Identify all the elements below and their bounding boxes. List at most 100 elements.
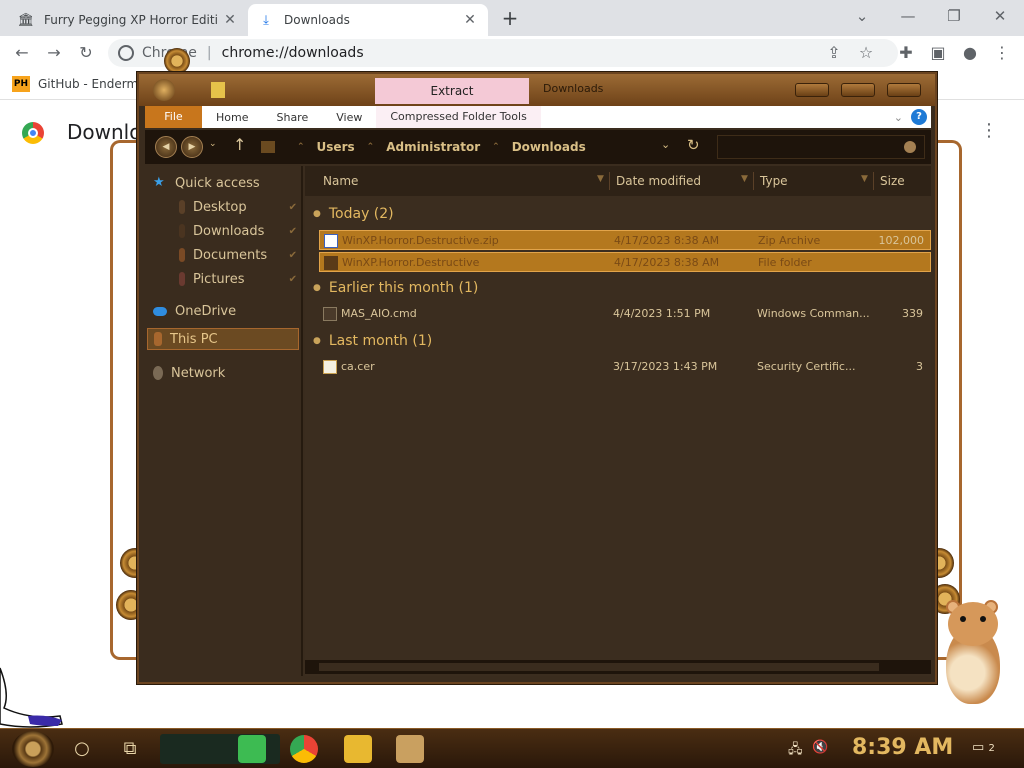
close-icon[interactable]: ✕ [462,12,478,28]
chrome-menu-icon[interactable]: ⋮ [990,41,1014,65]
close-window-button[interactable]: ✕ [980,4,1020,28]
column-type[interactable]: Type [760,174,788,188]
file-date: 4/17/2023 8:38 AM [614,234,720,247]
network-icon[interactable]: 🖧 [788,740,803,762]
file-date: 4/4/2023 1:51 PM [613,307,711,320]
recent-locations-icon[interactable]: ⌄ [209,139,217,149]
breadcrumb-users[interactable]: Users [317,140,355,154]
hamster-head [948,602,998,646]
nav-desktop[interactable]: Desktop ✔ [179,196,301,218]
up-arrow-icon[interactable]: ↑ [233,135,246,154]
address-bar[interactable]: Chrome | chrome://downloads [108,39,898,67]
file-size: 339 [902,307,923,320]
reload-icon[interactable]: ↻ [74,41,98,65]
column-date-modified[interactable]: Date modified [616,174,701,188]
file-explorer-taskbar-icon[interactable] [344,735,372,763]
taskbar-clock[interactable]: 8:39 AM [852,735,953,760]
nav-onedrive[interactable]: OneDrive [153,300,301,322]
context-tab-extract[interactable]: Extract [375,78,529,104]
quick-access-folder-icon[interactable] [211,82,225,98]
close-window-button[interactable] [887,83,921,97]
chrome-taskbar-icon[interactable] [290,735,318,763]
notification-icon[interactable]: ▭ 2 [972,740,995,755]
chevron-right-icon[interactable]: ⌃ [492,142,500,152]
game-taskbar-icon[interactable] [396,735,424,763]
maximize-button[interactable] [841,83,875,97]
nav-downloads[interactable]: Downloads ✔ [179,220,301,242]
refresh-icon[interactable]: ↻ [687,136,700,154]
volume-muted-icon[interactable]: 🔇 [812,740,828,755]
column-size[interactable]: Size [880,174,905,188]
forward-icon[interactable]: → [42,41,66,65]
hamster-eye [960,616,966,622]
notes-app-icon[interactable] [238,735,266,763]
share-icon[interactable]: ⇪ [822,41,846,65]
address-dropdown-icon[interactable]: ⌄ [661,138,670,151]
horizontal-scrollbar[interactable] [305,660,931,674]
download-icon: ⤓ [263,12,269,28]
browser-tab[interactable]: 🏛 Furry Pegging XP Horror Editi ✕ [8,4,248,36]
column-divider[interactable] [873,172,874,190]
site-info-icon[interactable] [118,45,134,61]
chevron-right-icon[interactable]: ⌃ [367,142,375,152]
ribbon-file-tab[interactable]: File [145,106,202,128]
downloads-menu-icon[interactable]: ⋮ [980,120,998,141]
file-list: Name ▼ Date modified ▼ Type ▼ Size ● Tod… [305,166,931,676]
extensions-icon[interactable]: ✚ [894,41,918,65]
minimize-button[interactable] [795,83,829,97]
forward-icon[interactable]: ▶ [181,136,203,158]
pin-icon: ✔ [288,225,297,237]
chevron-right-icon[interactable]: ⌃ [297,142,305,152]
group-header[interactable]: ● Earlier this month (1) [313,280,478,296]
profile-icon[interactable]: ● [958,41,982,65]
file-row[interactable]: ca.cer 3/17/2023 1:43 PM Security Certif… [319,357,931,377]
side-panel-icon[interactable]: ▣ [926,41,950,65]
tab-search-icon[interactable]: ⌄ [842,4,882,28]
collapse-icon[interactable]: ● [313,283,321,293]
chevron-down-icon[interactable]: ▼ [597,174,604,184]
file-type: File folder [758,256,812,269]
ribbon-tab-home[interactable]: Home [202,111,262,124]
new-tab-button[interactable]: + [498,6,522,30]
breadcrumb-downloads[interactable]: Downloads [512,140,586,154]
chevron-down-icon[interactable]: ▼ [741,174,748,184]
help-icon[interactable]: ? [911,109,927,125]
file-row[interactable]: MAS_AIO.cmd 4/4/2023 1:51 PM Windows Com… [319,304,931,324]
back-icon[interactable]: ← [10,41,34,65]
ribbon-tab-compressed-folder-tools[interactable]: Compressed Folder Tools [376,106,541,128]
start-button[interactable] [12,731,54,767]
bookmark-item[interactable]: PH GitHub - Enderma [12,76,146,92]
cortana-icon[interactable]: ○ [70,737,94,761]
column-divider[interactable] [753,172,754,190]
file-row[interactable]: WinXP.Horror.Destructive 4/17/2023 8:38 … [319,252,931,272]
collapse-icon[interactable]: ● [313,209,321,219]
collapse-icon[interactable]: ● [313,336,321,346]
nav-network[interactable]: Network [153,362,301,384]
museum-icon: 🏛 [17,12,35,28]
close-icon[interactable]: ✕ [222,12,238,28]
ribbon-tab-view[interactable]: View [322,111,376,124]
browser-tab-active[interactable]: ⤓ Downloads ✕ [248,4,488,36]
back-icon[interactable]: ◀ [155,136,177,158]
restore-button[interactable]: ❐ [934,4,974,28]
group-header[interactable]: ● Today (2) [313,206,394,222]
nav-documents[interactable]: Documents ✔ [179,244,301,266]
group-header[interactable]: ● Last month (1) [313,333,432,349]
file-row[interactable]: WinXP.Horror.Destructive.zip 4/17/2023 8… [319,230,931,250]
bookmark-star-icon[interactable]: ☆ [854,41,878,65]
scrollbar-thumb[interactable] [319,663,879,671]
minimize-button[interactable]: — [888,4,928,28]
explorer-search-input[interactable] [717,135,925,159]
nav-pictures[interactable]: Pictures ✔ [179,268,301,290]
column-name[interactable]: Name [323,174,358,188]
breadcrumb-administrator[interactable]: Administrator [386,140,480,154]
ribbon-tab-share[interactable]: Share [262,111,322,124]
url-separator: | [206,45,212,61]
chevron-down-icon[interactable]: ▼ [861,174,868,184]
nav-this-pc[interactable]: This PC [147,328,299,350]
task-view-icon[interactable]: ⧉ [118,737,142,761]
group-label: Last month (1) [328,333,433,349]
nav-quick-access[interactable]: ★ Quick access [153,172,301,194]
column-divider[interactable] [609,172,610,190]
ribbon-expand-icon[interactable]: ⌄ [894,111,911,124]
